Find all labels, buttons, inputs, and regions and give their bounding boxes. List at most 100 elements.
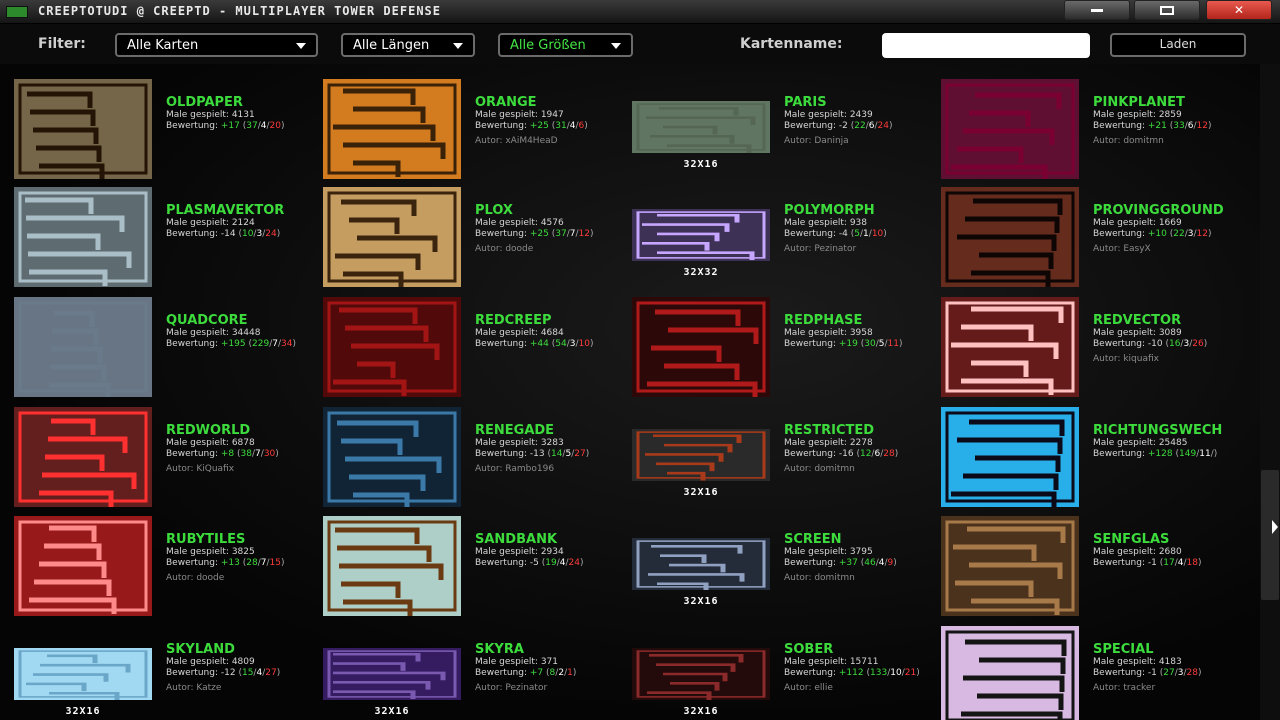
map-name[interactable]: RUBYTILES	[166, 532, 316, 547]
map-thumbnail[interactable]	[323, 516, 461, 616]
rating-label: Bewertung:	[784, 339, 836, 349]
map-thumbnail[interactable]	[14, 648, 152, 700]
rating: Bewertung: +8 (38/7/30)	[166, 449, 279, 459]
map-name[interactable]: SENFGLAS	[1093, 532, 1243, 547]
map-author: Autor: ellie	[784, 683, 833, 693]
votes-positive: 22	[854, 121, 866, 131]
votes-positive: 10	[241, 229, 254, 239]
map-thumbnail[interactable]	[14, 79, 152, 179]
map-thumbnail[interactable]	[14, 297, 152, 397]
rating: Bewertung: +10 (22/3/12)	[1093, 229, 1212, 239]
rating: Bewertung: +17 (37/4/20)	[166, 121, 285, 131]
map-name[interactable]: REDPHASE	[784, 313, 934, 328]
map-name[interactable]: SANDBANK	[475, 532, 625, 547]
map-name[interactable]: REDVECTOR	[1093, 313, 1243, 328]
map-name[interactable]: REDCREEP	[475, 313, 625, 328]
map-name[interactable]: PLASMAVEKTOR	[166, 203, 316, 218]
map-thumbnail[interactable]	[941, 407, 1079, 507]
play-count-label: Male gespielt:	[784, 438, 847, 448]
map-thumbnail[interactable]	[941, 187, 1079, 287]
play-count-value: 4684	[540, 328, 564, 338]
rating: Bewertung: -1 (27/3/28)	[1093, 668, 1202, 678]
votes-negative: 15	[269, 558, 281, 568]
map-thumbnail[interactable]	[14, 516, 152, 616]
map-name[interactable]: SKYRA	[475, 642, 625, 657]
map-name[interactable]: QUADCORE	[166, 313, 316, 328]
map-name[interactable]: PARIS	[784, 95, 934, 110]
play-count-value: 2934	[540, 547, 564, 557]
play-count-value: 938	[849, 218, 867, 228]
map-thumbnail[interactable]	[14, 407, 152, 507]
map-name[interactable]: PLOX	[475, 203, 625, 218]
map-author: Autor: domitmn	[1093, 136, 1164, 146]
play-count-value: 3089	[1158, 328, 1182, 338]
map-thumbnail[interactable]	[323, 297, 461, 397]
size-filter-dropdown[interactable]: Alle Größen	[498, 33, 633, 57]
map-name[interactable]: SKYLAND	[166, 642, 316, 657]
map-thumbnail[interactable]	[323, 187, 461, 287]
map-thumbnail[interactable]	[323, 407, 461, 507]
rating: Bewertung: +37 (46/4/9)	[784, 558, 897, 568]
close-button[interactable]: ✕	[1206, 0, 1272, 20]
map-name[interactable]: ORANGE	[475, 95, 625, 110]
votes-positive: 30	[864, 339, 876, 349]
votes-positive: 37	[555, 229, 567, 239]
map-thumbnail[interactable]	[323, 79, 461, 179]
rating: Bewertung: +21 (33/6/12)	[1093, 121, 1212, 131]
chevron-down-icon	[296, 43, 306, 49]
minimize-button[interactable]	[1064, 0, 1130, 20]
play-count-label: Male gespielt:	[166, 328, 229, 338]
map-thumbnail[interactable]	[632, 101, 770, 153]
map-thumbnail[interactable]	[941, 626, 1079, 720]
play-count: Male gespielt: 6878	[166, 438, 316, 449]
map-name-input[interactable]	[882, 33, 1090, 58]
map-name[interactable]: SPECIAL	[1093, 642, 1243, 657]
rating-value: +19	[838, 339, 858, 349]
map-size-label: 32X16	[683, 596, 719, 607]
map-name[interactable]: SOBER	[784, 642, 934, 657]
map-name[interactable]: PROVINGGROUND	[1093, 203, 1243, 218]
map-name[interactable]: RICHTUNGSWECH	[1093, 423, 1243, 438]
play-count-value: 25485	[1158, 438, 1188, 448]
filter-bar: Filter: Alle Karten Alle Längen Alle Grö…	[0, 24, 1280, 64]
play-count-label: Male gespielt:	[784, 547, 847, 557]
map-name[interactable]: RESTRICTED	[784, 423, 934, 438]
scrollbar-thumb[interactable]	[1261, 470, 1279, 600]
map-name[interactable]: RENEGADE	[475, 423, 625, 438]
scrollbar[interactable]	[1260, 64, 1280, 720]
maximize-button[interactable]	[1134, 0, 1200, 20]
rating-label: Bewertung:	[1093, 558, 1145, 568]
rating-label: Bewertung:	[166, 449, 218, 459]
length-filter-dropdown[interactable]: Alle Längen	[341, 33, 475, 57]
map-name[interactable]: POLYMORPH	[784, 203, 934, 218]
map-thumbnail[interactable]	[632, 209, 770, 261]
map-name[interactable]: PINKPLANET	[1093, 95, 1243, 110]
rating-value: -10	[1147, 339, 1163, 349]
rating-value: +17	[220, 121, 240, 131]
map-thumbnail[interactable]	[632, 429, 770, 481]
map-thumbnail[interactable]	[941, 79, 1079, 179]
map-info: SENFGLAS Male gespielt: 2680 Bewertung: …	[1093, 532, 1243, 573]
map-thumbnail[interactable]	[14, 187, 152, 287]
map-filter-dropdown[interactable]: Alle Karten	[115, 33, 318, 57]
map-thumbnail[interactable]	[941, 516, 1079, 616]
map-size-label: 32X16	[683, 706, 719, 717]
map-name[interactable]: OLDPAPER	[166, 95, 316, 110]
map-thumbnail[interactable]	[632, 297, 770, 397]
map-thumbnail[interactable]	[632, 648, 770, 700]
map-thumbnail[interactable]	[941, 297, 1079, 397]
votes-negative: 21	[904, 668, 917, 678]
play-count-label: Male gespielt:	[166, 110, 229, 120]
filter-label: Filter:	[38, 36, 86, 52]
map-name[interactable]: REDWORLD	[166, 423, 316, 438]
map-thumbnail[interactable]	[632, 538, 770, 590]
map-thumbnail[interactable]	[323, 648, 461, 700]
play-count-value: 6878	[231, 438, 255, 448]
rating-value: +37	[838, 558, 858, 568]
votes-positive: 149	[1179, 449, 1197, 459]
map-name[interactable]: SCREEN	[784, 532, 934, 547]
rating-label: Bewertung:	[1093, 339, 1145, 349]
rating-value: +195	[220, 339, 246, 349]
rating-value: -2	[838, 121, 848, 131]
load-button[interactable]: Laden	[1110, 33, 1246, 57]
